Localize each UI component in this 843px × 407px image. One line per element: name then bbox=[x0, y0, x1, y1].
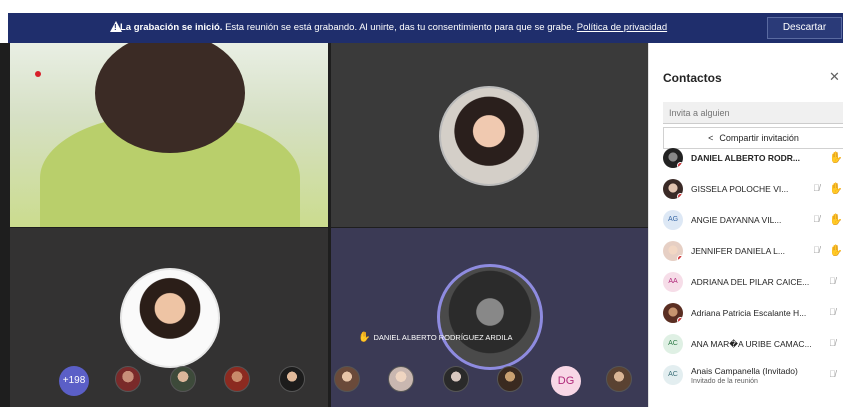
participant-name: GISSELA POLOCHE VI... bbox=[691, 184, 789, 194]
participant-row[interactable]: AC Anais Campanella (Invitado) Invitado … bbox=[663, 363, 843, 395]
participant-name: ADRIANA DEL PILAR CAICE... bbox=[691, 277, 810, 287]
participant-thumbnail[interactable] bbox=[224, 366, 250, 392]
raise-hand-icon: ✋ bbox=[829, 152, 843, 164]
participant-thumbnail[interactable] bbox=[388, 366, 414, 392]
participant-name: JENNIFER DANIELA L... bbox=[691, 246, 785, 256]
raise-hand-icon: ✋ bbox=[358, 332, 371, 343]
participant-thumbnail[interactable] bbox=[443, 366, 469, 392]
participant-name: ANA MAR�A URIBE CAMAC... bbox=[691, 339, 812, 349]
participant-row[interactable]: GISSELA POLOCHE VI... 🎙̸ ✋ bbox=[663, 177, 843, 203]
more-participants-badge[interactable]: +198 bbox=[59, 366, 89, 396]
banner-title: La grabación se inició. bbox=[120, 22, 223, 33]
avatar bbox=[663, 303, 683, 323]
participant-avatar bbox=[120, 268, 220, 368]
avatar bbox=[663, 241, 683, 261]
participants-panel: Contactos ✕ < Compartir invitación DANIEL… bbox=[648, 43, 843, 407]
participant-row[interactable]: Adriana Patricia Escalante H... 🎙̸ bbox=[663, 301, 843, 327]
banner-message: Esta reunión se está grabando. Al unirte… bbox=[225, 22, 575, 33]
participant-name: DANIEL ALBERTO RODR... bbox=[691, 153, 800, 163]
participant-row[interactable]: DANIEL ALBERTO RODR... ✋ bbox=[663, 146, 843, 172]
teams-meeting-window: La grabación se inició. Esta reunión se … bbox=[0, 0, 843, 407]
participant-name: Adriana Patricia Escalante H... bbox=[691, 308, 807, 318]
participant-avatar bbox=[439, 86, 539, 186]
video-tile-participant-camera[interactable] bbox=[10, 43, 328, 227]
raise-hand-icon: ✋ bbox=[829, 183, 843, 195]
participant-name: ANGIE DAYANNA VIL... bbox=[691, 215, 782, 225]
share-icon: < bbox=[708, 133, 714, 143]
dismiss-button[interactable]: Descartar bbox=[767, 17, 842, 39]
panel-title: Contactos bbox=[663, 71, 722, 85]
participant-role: Invitado de la reunión bbox=[691, 378, 758, 385]
raise-hand-icon: ✋ bbox=[829, 245, 843, 257]
participant-name: Anais Campanella (Invitado) bbox=[691, 366, 798, 376]
mic-muted-icon: 🎙̸ bbox=[829, 307, 836, 317]
status-badge bbox=[677, 317, 683, 323]
participant-row[interactable]: AG ANGIE DAYANNA VIL... 🎙̸ ✋ bbox=[663, 208, 843, 234]
share-label: Compartir invitación bbox=[719, 133, 799, 143]
mic-muted-icon: 🎙̸ bbox=[829, 369, 836, 379]
mic-muted-icon: 🎙̸ bbox=[813, 183, 820, 193]
recording-dot-icon bbox=[35, 71, 41, 77]
privacy-link[interactable]: Política de privacidad bbox=[577, 22, 667, 33]
avatar: AC bbox=[663, 365, 683, 385]
avatar bbox=[663, 179, 683, 199]
participant-thumbnail[interactable] bbox=[279, 366, 305, 392]
mic-muted-icon: 🎙̸ bbox=[813, 245, 820, 255]
participant-row[interactable]: AA ADRIANA DEL PILAR CAICE... 🎙̸ bbox=[663, 270, 843, 296]
avatar: AA bbox=[663, 272, 683, 292]
close-icon[interactable]: ✕ bbox=[829, 69, 840, 85]
status-badge bbox=[677, 255, 683, 261]
active-speaker-avatar bbox=[437, 264, 543, 370]
avatar bbox=[663, 148, 683, 168]
participant-thumbnail[interactable] bbox=[606, 366, 632, 392]
mic-muted-icon: 🎙̸ bbox=[813, 214, 820, 224]
participant-thumbnail[interactable] bbox=[170, 366, 196, 392]
avatar: AC bbox=[663, 334, 683, 354]
status-badge bbox=[677, 193, 683, 199]
participant-initials-badge[interactable]: DG bbox=[551, 366, 581, 396]
banner-text: La grabación se inició. Esta reunión se … bbox=[120, 22, 667, 33]
mic-muted-icon: 🎙̸ bbox=[829, 276, 836, 286]
avatar: AG bbox=[663, 210, 683, 230]
participant-row[interactable]: JENNIFER DANIELA L... 🎙̸ ✋ bbox=[663, 239, 843, 265]
speaker-name: DANIEL ALBERTO RODRÍGUEZ ARDILA bbox=[373, 333, 513, 342]
participant-thumbnail[interactable] bbox=[497, 366, 523, 392]
participant-thumbnail[interactable] bbox=[334, 366, 360, 392]
participant-thumbnail[interactable] bbox=[115, 366, 141, 392]
speaker-name-tag: ✋ DANIEL ALBERTO RODRÍGUEZ ARDILA bbox=[358, 332, 513, 343]
status-badge bbox=[677, 162, 683, 168]
participant-row[interactable]: AC ANA MAR�A URIBE CAMAC... 🎙̸ bbox=[663, 332, 843, 358]
recording-banner: La grabación se inició. Esta reunión se … bbox=[8, 13, 843, 43]
invite-input[interactable] bbox=[663, 102, 843, 124]
mic-muted-icon: 🎙̸ bbox=[829, 338, 836, 348]
raise-hand-icon: ✋ bbox=[829, 214, 843, 226]
